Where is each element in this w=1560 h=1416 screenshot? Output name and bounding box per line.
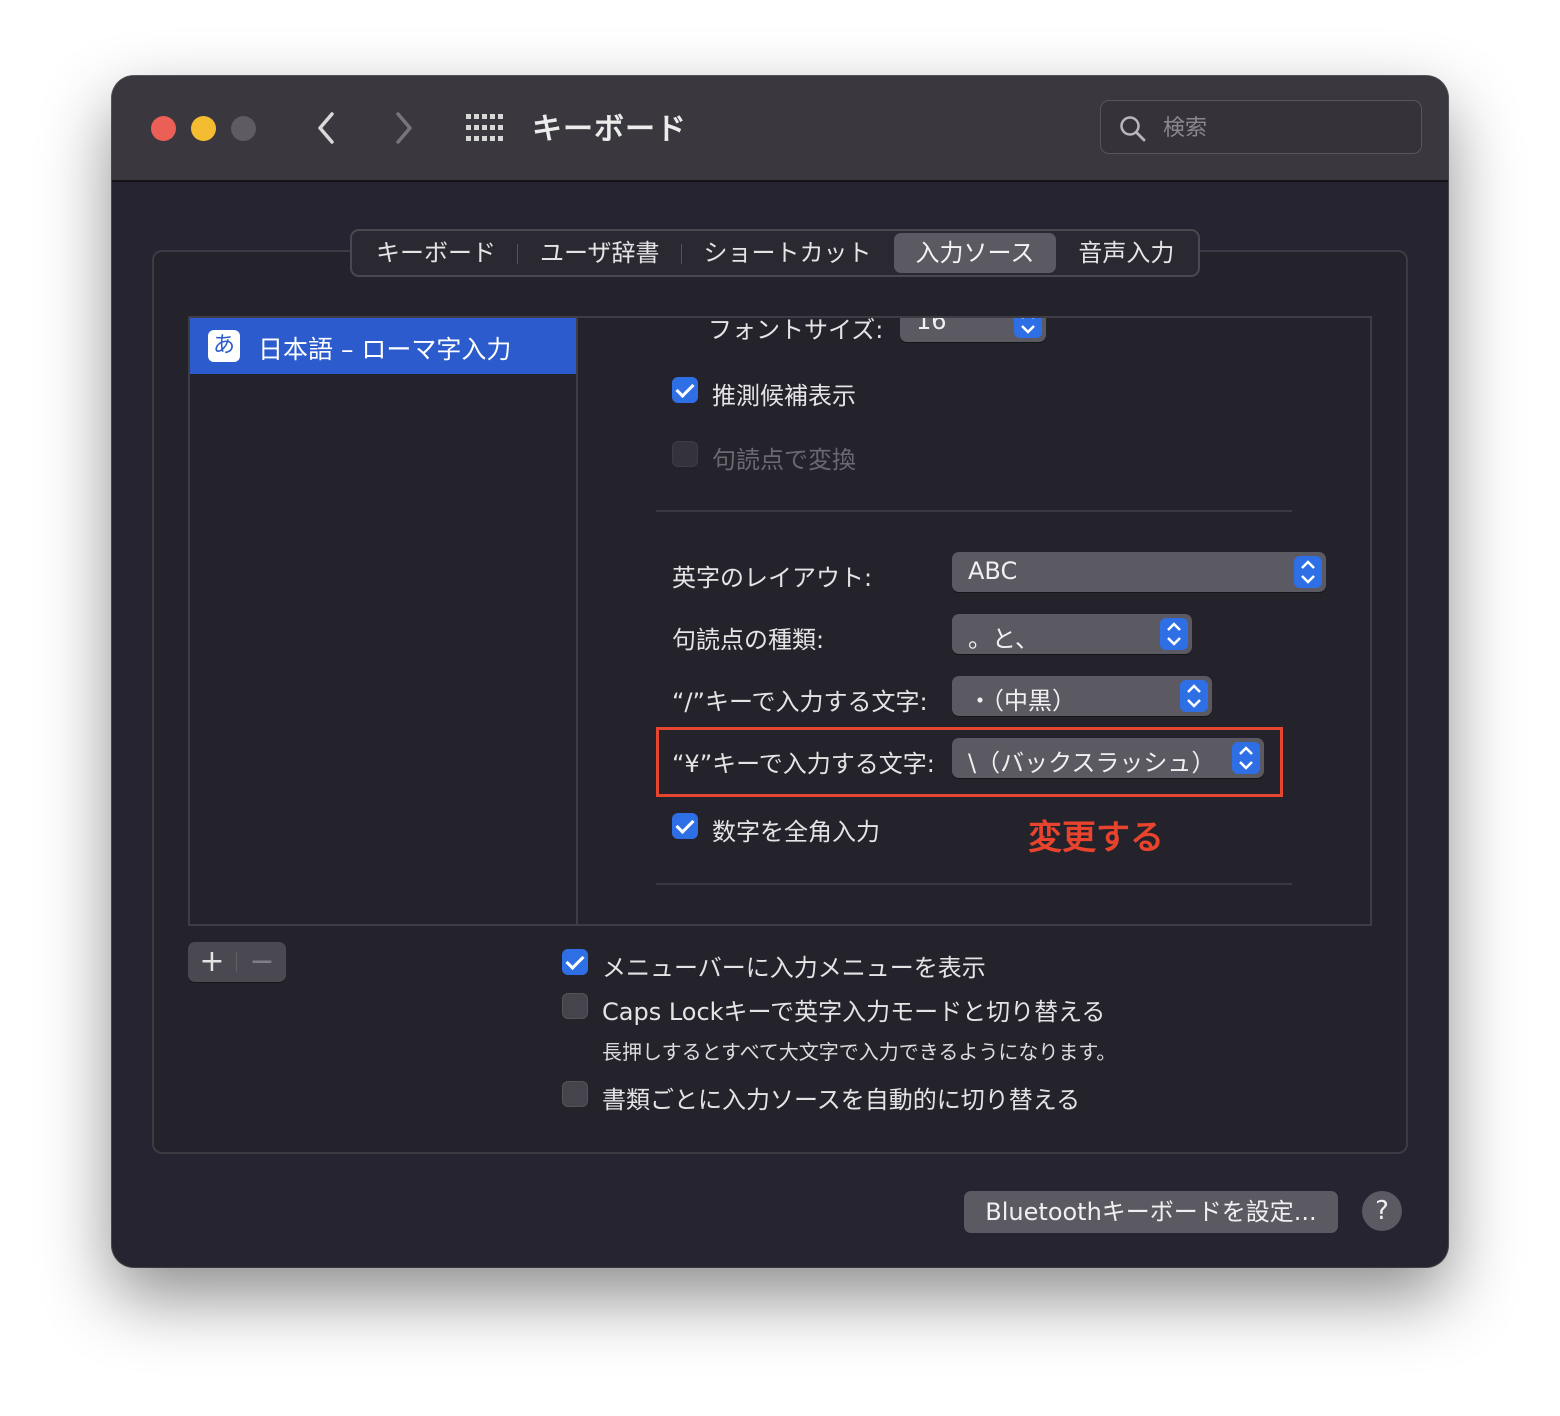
tab-dictation[interactable]: 音声入力 — [1056, 233, 1196, 273]
close-window-button[interactable] — [151, 116, 176, 141]
layout-popup[interactable]: ABC — [952, 552, 1326, 592]
tab-input-sources[interactable]: 入力ソース — [893, 233, 1057, 273]
slash-char-label: “/”キーで入力する文字: — [672, 688, 928, 716]
updown-chevron-icon — [1160, 618, 1188, 650]
back-button[interactable] — [308, 106, 348, 150]
list-item-japanese-romaji[interactable]: あ 日本語 – ローマ字入力 — [190, 318, 578, 374]
setup-bluetooth-keyboard-button[interactable]: Bluetoothキーボードを設定... — [964, 1191, 1338, 1233]
zoom-window-button[interactable] — [231, 116, 256, 141]
divider — [656, 510, 1292, 512]
show-menu-checkbox[interactable] — [562, 949, 588, 975]
punct-convert-checkbox[interactable] — [672, 441, 698, 467]
updown-chevron-icon — [1180, 680, 1208, 712]
slash-char-value: ・（中黒） — [968, 687, 1076, 715]
fullwidth-numbers-label: 数字を全角入力 — [712, 818, 880, 846]
updown-chevron-icon — [1294, 556, 1322, 588]
tab-bar: キーボード ユーザ辞書 ショートカット 入力ソース 音声入力 — [350, 229, 1201, 277]
slash-char-popup[interactable]: ・（中黒） — [952, 676, 1212, 716]
tab-shortcuts[interactable]: ショートカット — [682, 233, 894, 273]
add-source-button[interactable]: + — [188, 942, 236, 982]
font-size-popup[interactable]: 16 — [900, 316, 1046, 342]
divider — [656, 883, 1292, 885]
punct-type-popup[interactable]: 。と、 — [952, 614, 1192, 654]
list-item-label: 日本語 – ローマ字入力 — [258, 335, 512, 364]
remove-source-button[interactable]: − — [238, 942, 286, 982]
tab-user-dictionary[interactable]: ユーザ辞書 — [518, 233, 682, 273]
annotation-label: 変更する — [1028, 818, 1164, 858]
chevron-left-icon — [318, 112, 334, 144]
layout-value: ABC — [968, 557, 1018, 585]
punct-convert-label: 句読点で変換 — [712, 446, 856, 474]
fullwidth-numbers-checkbox[interactable] — [672, 813, 698, 839]
chevron-right-icon — [396, 112, 412, 144]
preferences-window: キーボード キーボード ユーザ辞書 ショートカット 入力ソース 音声入力 あ 日… — [112, 76, 1448, 1267]
highlight-annotation — [656, 727, 1283, 797]
grid-icon — [466, 114, 503, 141]
font-size-label: フォントサイズ: — [708, 316, 884, 344]
search-field[interactable] — [1100, 100, 1422, 154]
caps-lock-checkbox[interactable] — [562, 993, 588, 1019]
layout-label: 英字のレイアウト: — [672, 564, 873, 592]
add-remove-buttons: + − — [188, 942, 286, 982]
show-all-button[interactable] — [465, 113, 503, 143]
updown-chevron-icon — [1014, 318, 1042, 338]
punct-type-label: 句読点の種類: — [672, 626, 825, 654]
font-size-value: 16 — [916, 316, 947, 335]
title-bar: キーボード — [112, 76, 1448, 182]
forward-button[interactable] — [382, 106, 422, 150]
search-input[interactable] — [1161, 110, 1405, 146]
auto-switch-checkbox[interactable] — [562, 1081, 588, 1107]
window-title: キーボード — [532, 112, 687, 147]
divider — [236, 952, 237, 972]
caps-lock-label: Caps Lockキーで英字入力モードと切り替える — [602, 998, 1106, 1026]
help-button[interactable]: ? — [1362, 1191, 1402, 1231]
predictive-checkbox[interactable] — [672, 377, 698, 403]
input-source-options: フォントサイズ: 16 推測候補表示 句読点で変換 英字のレイアウト: ABC … — [576, 316, 1372, 926]
predictive-label: 推測候補表示 — [712, 382, 856, 410]
punct-type-value: 。と、 — [968, 625, 1040, 653]
hiragana-a-icon: あ — [208, 330, 240, 362]
caps-lock-note: 長押しするとすべて大文字で入力できるようになります。 — [602, 1040, 1117, 1064]
input-source-list: あ 日本語 – ローマ字入力 — [188, 316, 578, 926]
tab-keyboard[interactable]: キーボード — [354, 233, 518, 273]
minimize-window-button[interactable] — [191, 116, 216, 141]
auto-switch-label: 書類ごとに入力ソースを自動的に切り替える — [602, 1086, 1081, 1114]
show-menu-label: メニューバーに入力メニューを表示 — [602, 954, 986, 982]
search-icon — [1120, 116, 1146, 142]
